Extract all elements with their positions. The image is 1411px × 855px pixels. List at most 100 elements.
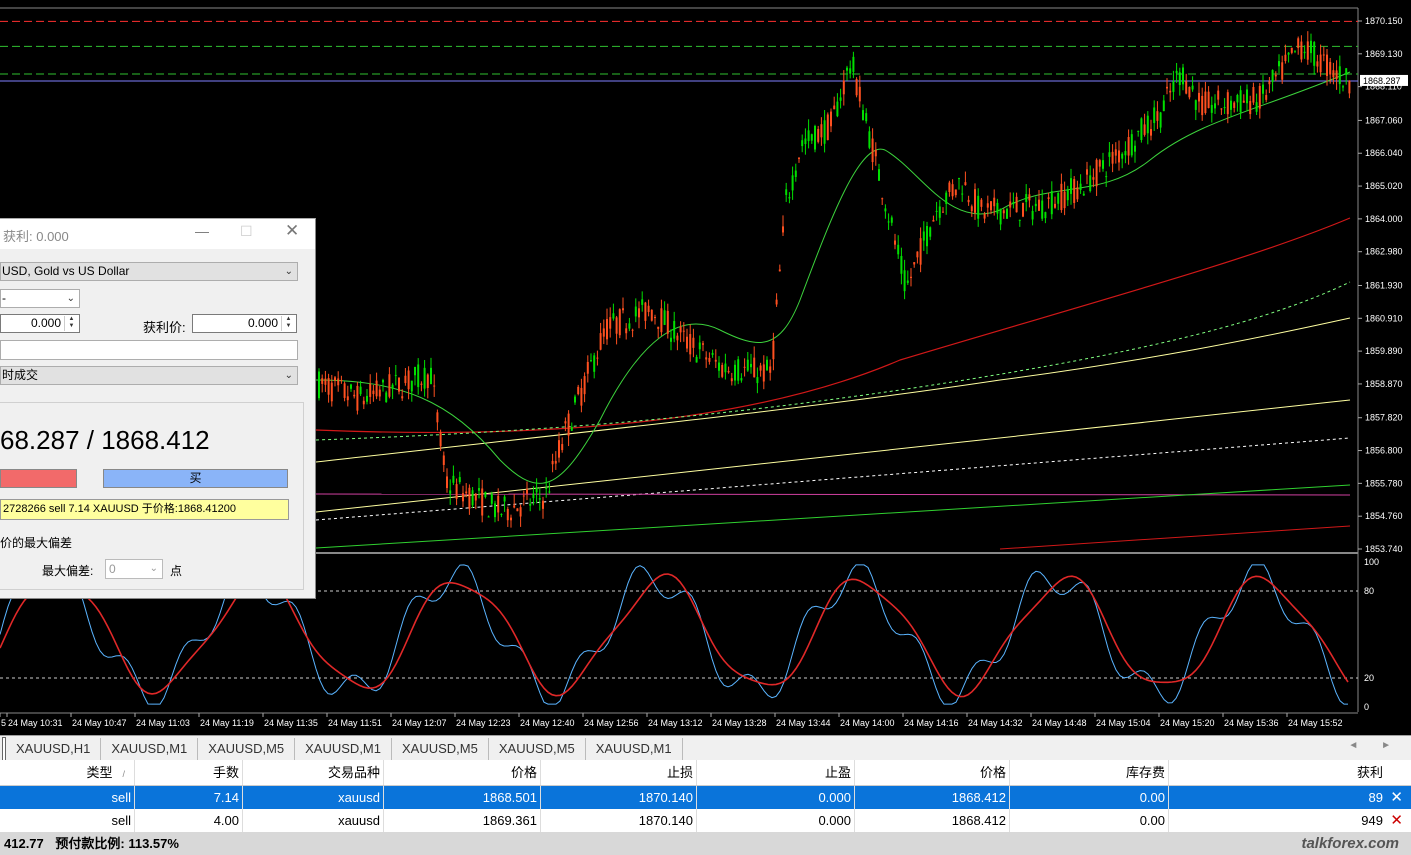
chart-tabs-bar: XAUUSD,H1 XAUUSD,M1 XAUUSD,M5 XAUUSD,M1 … [0,735,1411,760]
candle-body [318,371,320,399]
candle-body [826,114,829,141]
candle-body [394,374,397,376]
candle-body [612,313,615,319]
column-header-swap[interactable]: 库存费 [1010,760,1169,785]
dialog-titlebar[interactable]: 获利: 0.000 — ☐ ✕ [0,219,315,249]
max-deviation-label: 最大偏差: [42,564,94,578]
close-position-icon[interactable]: ✕ [1390,809,1403,832]
buy-button[interactable]: 买 [103,469,288,488]
candle-body [359,386,362,395]
candle-body [1284,54,1287,62]
candle-body [932,219,935,222]
candle-body [993,197,996,207]
comment-field[interactable] [0,340,298,360]
candle-body [1294,50,1296,52]
candle-body [1332,70,1335,78]
candle-body [407,370,410,390]
candle-body [766,359,768,371]
candle-body [1265,95,1268,100]
candle-body [650,309,653,321]
candle-body [1175,70,1178,74]
sell-button[interactable] [0,469,77,488]
tab-xauusd-m5[interactable]: XAUUSD,M5 [392,738,489,760]
time-axis-label: 24 May 14:32 [968,718,1023,728]
tab-xauusd-m1[interactable]: XAUUSD,M1 [295,738,392,760]
candle-body [1246,89,1248,104]
column-header-type[interactable]: 类型 / [0,760,135,785]
candle-body [455,484,458,499]
candle-body [1089,175,1092,192]
spinner-arrows-icon[interactable]: ▲ ▼ [281,316,295,331]
tab-scroll-arrows[interactable]: ◄ ► [1348,740,1401,751]
candle-body [1204,91,1207,113]
cell-profit: 949 ✕ [1169,809,1411,832]
cell-swap: 0.00 [1010,809,1169,832]
candle-body [574,396,576,403]
candle-body [334,377,336,381]
candle-body [1249,101,1252,115]
candle-body [599,333,602,350]
candle-body [1050,191,1053,215]
cell-swap: 0.00 [1010,786,1169,809]
candle-body [737,359,740,381]
stop-loss-input[interactable]: 0.000 ▲ ▼ [0,314,80,333]
execution-select[interactable]: 时成交 ⌄ [0,366,298,385]
candle-body [926,225,928,247]
candle-body [545,488,548,490]
tab-xauusd-m5[interactable]: XAUUSD,M5 [198,738,296,760]
column-header-lots[interactable]: 手数 [135,760,243,785]
status-bar: 412.77 预付款比例: 113.57% talkforex.com [0,832,1411,855]
column-header-current-price[interactable]: 价格 [855,760,1010,785]
table-row[interactable]: sell 4.00 xauusd 1869.361 1870.140 0.000… [0,809,1411,832]
deviation-checkbox-label[interactable]: 价的最大偏差 [0,534,72,551]
candle-body [778,269,781,272]
table-row[interactable]: sell 7.14 xauusd 1868.501 1870.140 0.000… [0,786,1411,809]
symbol-select[interactable]: USD, Gold vs US Dollar ⌄ [0,262,298,281]
column-header-tp[interactable]: 止盈 [697,760,855,785]
candle-body [938,206,941,218]
candle-body [817,128,820,142]
candle-body [980,199,983,207]
candle-body [1226,92,1229,115]
candle-body [919,238,922,265]
price-axis-label: 1865.020 [1365,181,1403,191]
column-header-symbol[interactable]: 交易品种 [243,760,384,785]
candle-body [1217,90,1220,100]
order-type-select[interactable]: - ⌄ [0,289,80,308]
time-axis-label: 24 May 14:16 [904,718,959,728]
candle-body [702,343,704,345]
column-header-price[interactable]: 价格 [384,760,541,785]
minimize-icon[interactable]: — [195,223,209,239]
ma-red-line [315,217,1351,434]
tab-xauusd-h1[interactable]: XAUUSD,H1 [6,738,102,760]
close-icon[interactable]: ✕ [285,221,299,241]
candle-body [791,175,794,191]
candle-body [1348,80,1351,94]
candle-body [679,326,682,333]
take-profit-input[interactable]: 0.000 ▲ ▼ [192,314,297,333]
candle-body [1188,86,1191,98]
candle-body [1342,86,1344,88]
candle-body [586,361,589,374]
spinner-arrows-icon[interactable]: ▲ ▼ [64,316,78,331]
candle-body [433,385,436,387]
candle-body [977,195,980,219]
column-header-profit[interactable]: 获利 [1169,760,1411,785]
candle-body [1281,62,1284,80]
close-position-icon[interactable]: ✕ [1390,786,1403,809]
price-axis-label: 1855.780 [1365,478,1403,488]
candle-body [881,198,884,200]
candle-body [436,412,439,423]
chevron-down-icon: ⌄ [66,293,75,304]
tab-xauusd-m1[interactable]: XAUUSD,M1 [586,738,683,760]
candle-body [606,319,608,340]
chevron-down-icon: ⌄ [284,370,293,381]
candle-body [1018,219,1021,221]
price-axis-label: 1854.760 [1365,511,1403,521]
candle-body [657,326,660,329]
tab-xauusd-m1[interactable]: XAUUSD,M1 [101,738,199,760]
candle-body [1271,70,1274,82]
column-header-sl[interactable]: 止损 [541,760,697,785]
tab-xauusd-m5[interactable]: XAUUSD,M5 [489,738,586,760]
candle-body [1230,100,1232,110]
